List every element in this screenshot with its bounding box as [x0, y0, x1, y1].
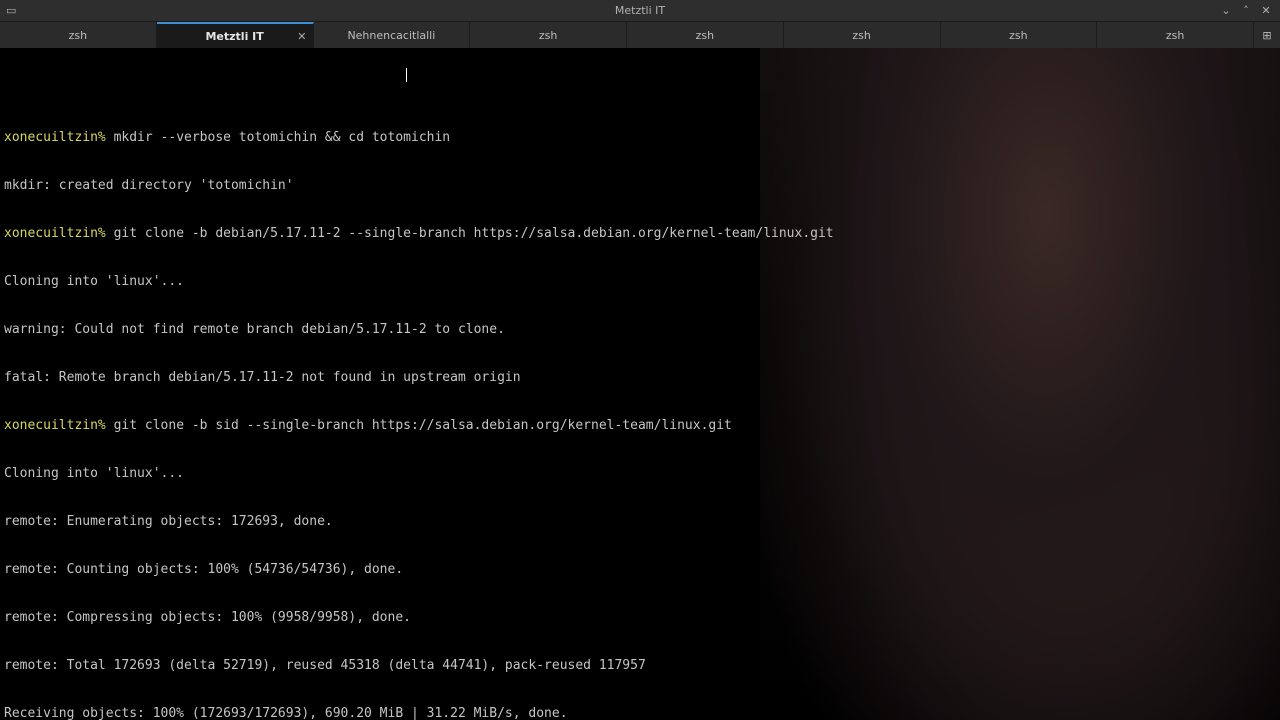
tab-zsh-4[interactable]: zsh: [470, 22, 627, 48]
cmd-mkdir: mkdir --verbose totomichin && cd totomic…: [114, 130, 451, 145]
tab-label: Nehnencacitlalli: [347, 29, 435, 42]
tab-label: zsh: [1009, 29, 1027, 42]
close-icon[interactable]: ✕: [1258, 4, 1274, 17]
tab-label: zsh: [539, 29, 557, 42]
text-cursor: [406, 68, 414, 82]
tab-label: zsh: [1166, 29, 1184, 42]
tabbar: zsh Metztli IT ✕ Nehnencacitlalli zsh zs…: [0, 22, 1280, 48]
window-title: Metztli IT: [615, 4, 665, 17]
app-menu-icon[interactable]: ▭: [6, 4, 22, 17]
minimize-icon[interactable]: ⌄: [1218, 4, 1234, 17]
tab-label: zsh: [69, 29, 87, 42]
output-line: mkdir: created directory 'totomichin': [4, 178, 1276, 194]
tab-label: zsh: [696, 29, 714, 42]
titlebar: ▭ Metztli IT ⌄ ˄ ✕: [0, 0, 1280, 22]
prompt-sep: %: [98, 226, 114, 241]
tab-label: zsh: [852, 29, 870, 42]
output-line: remote: Counting objects: 100% (54736/54…: [4, 562, 1276, 578]
tab-metztli-it[interactable]: Metztli IT ✕: [157, 22, 314, 48]
prompt-host: xonecuiltzin: [4, 418, 98, 433]
output-line: remote: Compressing objects: 100% (9958/…: [4, 610, 1276, 626]
tab-zsh-5[interactable]: zsh: [627, 22, 784, 48]
cmd-git-clone-2: git clone -b sid --single-branch https:/…: [114, 418, 732, 433]
output-line: Cloning into 'linux'...: [4, 466, 1276, 482]
output-line: Cloning into 'linux'...: [4, 274, 1276, 290]
cmd-git-clone-1: git clone -b debian/5.17.11-2 --single-b…: [114, 226, 834, 241]
tab-zsh-6[interactable]: zsh: [784, 22, 941, 48]
grid-view-icon[interactable]: ⊞: [1254, 22, 1280, 48]
tab-zsh-1[interactable]: zsh: [0, 22, 157, 48]
tab-close-icon[interactable]: ✕: [297, 30, 306, 43]
prompt-sep: %: [98, 130, 114, 145]
window-controls: ⌄ ˄ ✕: [1218, 4, 1274, 17]
tab-zsh-7[interactable]: zsh: [941, 22, 1098, 48]
output-line: remote: Total 172693 (delta 52719), reus…: [4, 658, 1276, 674]
output-line: Receiving objects: 100% (172693/172693),…: [4, 706, 1276, 720]
prompt-host: xonecuiltzin: [4, 226, 98, 241]
tab-zsh-8[interactable]: zsh: [1097, 22, 1254, 48]
prompt-sep: %: [98, 418, 114, 433]
output-line: remote: Enumerating objects: 172693, don…: [4, 514, 1276, 530]
terminal-viewport[interactable]: xonecuiltzin% mkdir --verbose totomichin…: [0, 48, 1280, 720]
tab-label: Metztli IT: [205, 30, 263, 43]
output-line: fatal: Remote branch debian/5.17.11-2 no…: [4, 370, 1276, 386]
output-line: warning: Could not find remote branch de…: [4, 322, 1276, 338]
tab-nehnencacitlalli[interactable]: Nehnencacitlalli: [314, 22, 471, 48]
prompt-host: xonecuiltzin: [4, 130, 98, 145]
maximize-icon[interactable]: ˄: [1238, 4, 1254, 17]
